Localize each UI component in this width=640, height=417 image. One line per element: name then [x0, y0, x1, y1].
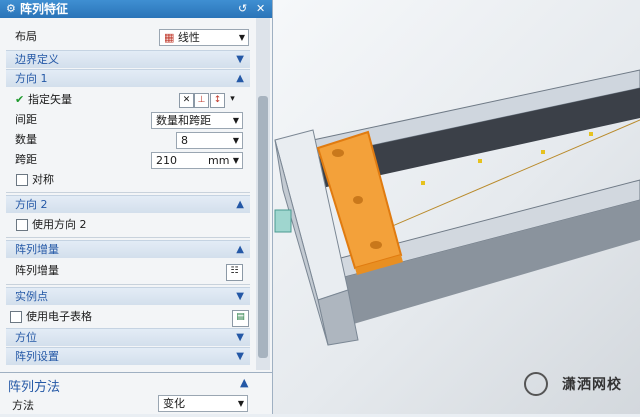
section-instance-header[interactable]: 实例点 ▼	[6, 287, 250, 305]
section-boundary-title: 边界定义	[15, 53, 59, 66]
divider	[6, 237, 250, 238]
layout-value: 线性	[177, 31, 200, 44]
spacing-dropdown[interactable]: 数量和跨距 ▼	[151, 112, 243, 129]
pattern-method-header[interactable]: 阵列方法	[8, 376, 60, 395]
chevron-down-icon[interactable]: ▾	[226, 93, 239, 106]
instance-marker	[541, 150, 545, 154]
reverse-direction-icon[interactable]: ↕	[210, 93, 225, 108]
gear-icon: ⚙	[6, 2, 16, 15]
close-icon[interactable]: ✕	[256, 0, 265, 18]
plate-hole	[332, 149, 344, 157]
chevron-up-icon[interactable]: ▲	[240, 376, 248, 389]
check-mark-icon: ✔	[15, 93, 25, 106]
spacing-row: 间距 数量和跨距 ▼	[6, 110, 250, 130]
pattern-method-section: 阵列方法 ▲ 方法 变化 ▼	[0, 372, 272, 414]
inferred-vector-icon[interactable]: ⊥	[194, 93, 209, 108]
graphics-viewport[interactable]: 潇洒网校	[273, 0, 640, 414]
divider	[6, 192, 250, 193]
wechat-logo-icon	[524, 372, 548, 396]
dialog-title: 阵列特征	[20, 2, 69, 16]
method-label: 方法	[12, 399, 34, 412]
count-value: 8	[181, 134, 188, 147]
section-boundary-header[interactable]: 边界定义 ▼	[6, 50, 250, 68]
vector-dialog-icon[interactable]: ✕	[179, 93, 194, 108]
instance-marker	[589, 132, 593, 136]
section-direction2-header[interactable]: 方向 2 ▲	[6, 195, 250, 213]
dialog-titlebar: ⚙ 阵列特征 ↺ ✕	[0, 0, 272, 18]
count-label: 数量	[15, 133, 37, 146]
symmetric-label: 对称	[32, 173, 54, 186]
vertical-scrollbar[interactable]	[256, 18, 270, 370]
use-dir2-checkbox[interactable]	[16, 219, 28, 231]
section-orientation-title: 方位	[15, 331, 37, 344]
plate-hole	[370, 241, 382, 249]
reset-icon[interactable]: ↺	[238, 0, 247, 18]
chevron-down-icon: ▼	[236, 291, 244, 302]
section-increment-header[interactable]: 阵列增量 ▲	[6, 240, 250, 258]
pattern-feature-dialog: ⚙ 阵列特征 ↺ ✕ 布局 ▦ 线性 ▼ 边界定义 ▼ 方向 1 ▲ ✔ 指定矢…	[0, 0, 273, 414]
increment-label: 阵列增量	[15, 264, 59, 277]
chevron-down-icon: ▼	[237, 399, 244, 408]
green-tab	[274, 209, 292, 233]
plate-hole	[353, 196, 363, 204]
chevron-down-icon: ▼	[232, 136, 239, 145]
symmetric-checkbox[interactable]	[16, 174, 28, 186]
use-dir2-label: 使用方向 2	[32, 218, 87, 231]
section-direction1-title: 方向 1	[15, 72, 48, 85]
span-label: 跨距	[15, 153, 37, 166]
span-unit: mm	[208, 154, 230, 167]
model-render	[274, 69, 640, 346]
specify-vector-label: 指定矢量	[28, 93, 72, 106]
span-row: 跨距 210 mm ▼	[6, 150, 250, 170]
symmetric-row: 对称	[6, 170, 250, 190]
section-settings-header[interactable]: 阵列设置 ▼	[6, 347, 250, 365]
section-direction1-header[interactable]: 方向 1 ▲	[6, 69, 250, 87]
chevron-down-icon: ▼	[236, 332, 244, 343]
section-instance-title: 实例点	[15, 290, 48, 303]
section-settings-title: 阵列设置	[15, 350, 59, 363]
spacing-label: 间距	[15, 113, 37, 126]
linear-pattern-icon: ▦	[164, 31, 175, 44]
spreadsheet-icon[interactable]: ▤	[232, 310, 249, 327]
chevron-down-icon: ▼	[232, 156, 239, 165]
method-dropdown[interactable]: 变化 ▼	[158, 395, 248, 412]
instance-marker	[478, 159, 482, 163]
chevron-down-icon: ▼	[236, 54, 244, 65]
chevron-up-icon: ▲	[236, 73, 244, 84]
chevron-down-icon: ▼	[236, 351, 244, 362]
spreadsheet-row: 使用电子表格 ▤	[6, 307, 250, 327]
divider	[6, 284, 250, 285]
chevron-down-icon: ▼	[232, 116, 239, 125]
method-value: 变化	[163, 397, 185, 410]
section-increment-title: 阵列增量	[15, 243, 59, 256]
use-spreadsheet-label: 使用电子表格	[26, 310, 92, 323]
instance-marker	[421, 181, 425, 185]
section-direction2-title: 方向 2	[15, 198, 48, 211]
count-input[interactable]: 8 ▼	[176, 132, 243, 149]
use-spreadsheet-checkbox[interactable]	[10, 311, 22, 323]
count-row: 数量 8 ▼	[6, 130, 250, 150]
spacing-value: 数量和跨距	[156, 114, 211, 127]
specify-vector-row: ✔ 指定矢量 ✕ ⊥ ↕ ▾	[6, 90, 250, 110]
chevron-up-icon: ▲	[236, 199, 244, 210]
chevron-down-icon: ▼	[238, 33, 245, 42]
span-value: 210	[156, 154, 177, 167]
scrollbar-thumb[interactable]	[258, 96, 268, 358]
chevron-up-icon: ▲	[236, 244, 244, 255]
layout-row: 布局 ▦ 线性 ▼	[6, 27, 250, 47]
layout-value-wrap: ▦ 线性	[164, 30, 200, 45]
use-dir2-row: 使用方向 2	[6, 215, 250, 235]
layout-dropdown[interactable]: ▦ 线性 ▼	[159, 29, 249, 46]
increment-table-icon[interactable]: ☷	[226, 264, 243, 281]
watermark-text: 潇洒网校	[562, 377, 622, 393]
span-input[interactable]: 210 mm ▼	[151, 152, 243, 169]
layout-label: 布局	[15, 30, 37, 43]
increment-row: 阵列增量 ☷	[6, 261, 250, 281]
section-orientation-header[interactable]: 方位 ▼	[6, 328, 250, 346]
